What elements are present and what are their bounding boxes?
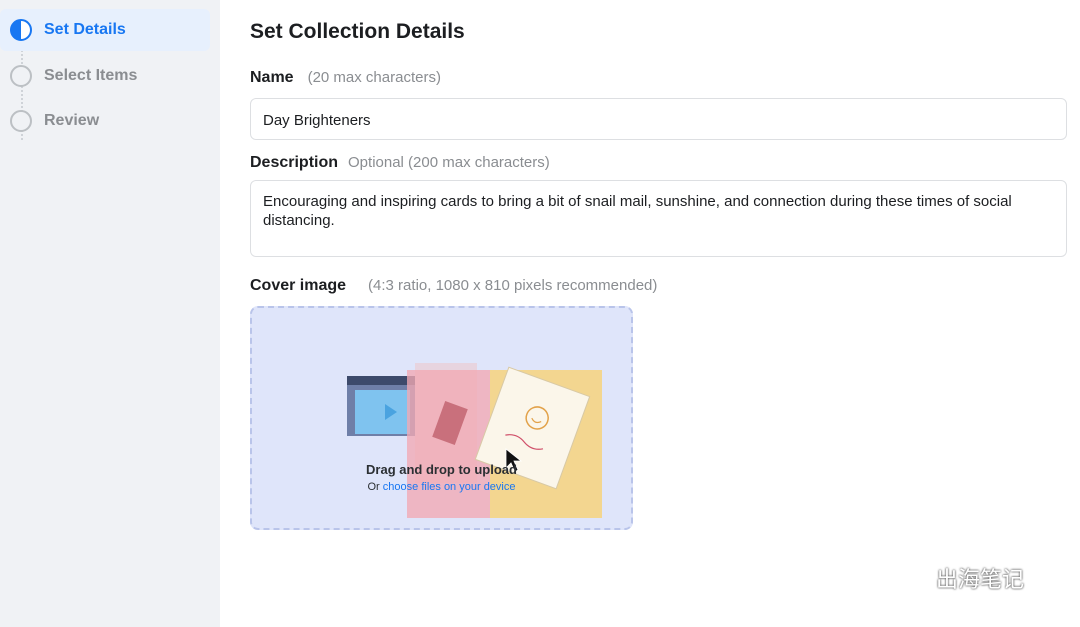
main-content: Set Collection Details Name (20 max chara… xyxy=(250,0,1068,627)
step-label: Select Items xyxy=(44,67,138,84)
drop-instruction: Drag and drop to upload xyxy=(366,462,517,477)
name-hint: (20 max characters) xyxy=(307,69,441,86)
empty-circle-icon xyxy=(10,110,32,132)
cover-image-hint: (4:3 ratio, 1080 x 810 pixels recommende… xyxy=(368,277,658,294)
cover-image-dropzone[interactable]: Drag and drop to upload Or choose files … xyxy=(250,306,633,530)
description-label: Description Optional (200 max characters) xyxy=(250,154,550,172)
page-title: Set Collection Details xyxy=(250,20,465,43)
step-set-details[interactable]: Set Details xyxy=(0,9,210,51)
or-text: Or xyxy=(367,481,380,493)
step-review[interactable]: Review xyxy=(0,100,210,142)
name-label-text: Name xyxy=(250,69,294,86)
upload-illustration xyxy=(347,363,602,518)
empty-circle-icon xyxy=(10,65,32,87)
half-filled-circle-icon xyxy=(10,19,32,41)
description-hint: Optional (200 max characters) xyxy=(348,154,550,171)
description-label-text: Description xyxy=(250,154,339,171)
description-textarea[interactable]: Encouraging and inspiring cards to bring… xyxy=(250,180,1067,257)
description-input-value: Encouraging and inspiring cards to bring… xyxy=(263,193,1012,229)
step-label: Set Details xyxy=(44,21,126,38)
step-sidebar: Set Details Select Items Review xyxy=(0,0,220,627)
choose-files-link[interactable]: choose files on your device xyxy=(383,481,516,493)
step-select-items[interactable]: Select Items xyxy=(0,55,210,97)
name-input[interactable]: Day Brighteners xyxy=(250,98,1067,140)
choose-files-line: Or choose files on your device xyxy=(252,481,631,493)
name-label: Name (20 max characters) xyxy=(250,69,441,87)
step-label: Review xyxy=(44,112,100,129)
watermark-text: 出海笔记 xyxy=(936,568,1025,593)
cover-image-label-text: Cover image xyxy=(250,277,347,294)
name-input-value: Day Brighteners xyxy=(263,112,371,129)
watermark: 出海笔记 xyxy=(888,562,1024,594)
wechat-icon xyxy=(888,563,927,592)
cover-image-label: Cover image (4:3 ratio, 1080 x 810 pixels… xyxy=(250,277,657,295)
